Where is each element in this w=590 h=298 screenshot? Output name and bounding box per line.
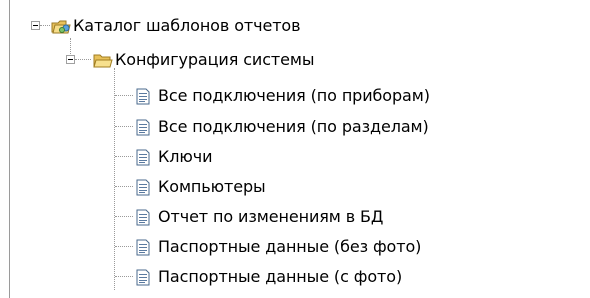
tree-item-label: Паспортные данные (с фото) bbox=[158, 267, 403, 286]
tree-node-root[interactable]: Каталог шаблонов отчетов bbox=[0, 12, 590, 40]
tree-connector-h-root bbox=[40, 25, 50, 26]
tree-connector-h-item bbox=[115, 156, 133, 157]
tree-item-label: Все подключения (по приборам) bbox=[158, 86, 430, 105]
report-document-icon bbox=[136, 209, 152, 226]
tree-node-folder-label: Конфигурация системы bbox=[115, 50, 315, 69]
report-templates-tree: Каталог шаблонов отчетов Конфигурация си… bbox=[0, 0, 590, 298]
tree-item-6[interactable]: Паспортные данные (без фото) bbox=[0, 233, 590, 261]
report-document-icon bbox=[136, 179, 152, 196]
tree-node-root-label: Каталог шаблонов отчетов bbox=[73, 16, 301, 35]
tree-item-label: Отчет по изменениям в БД bbox=[158, 207, 384, 226]
catalog-folder-icon bbox=[51, 18, 71, 34]
tree-item-3[interactable]: Ключи bbox=[0, 143, 590, 171]
open-folder-icon bbox=[93, 52, 113, 68]
tree-connector-h-item bbox=[115, 95, 133, 96]
report-document-icon bbox=[136, 88, 152, 105]
tree-item-2[interactable]: Все подключения (по разделам) bbox=[0, 113, 590, 141]
collapse-toggle-root[interactable] bbox=[31, 21, 40, 30]
tree-item-label: Паспортные данные (без фото) bbox=[158, 237, 422, 256]
tree-item-1[interactable]: Все подключения (по приборам) bbox=[0, 82, 590, 110]
collapse-toggle-folder[interactable] bbox=[66, 55, 75, 64]
tree-item-4[interactable]: Компьютеры bbox=[0, 173, 590, 201]
report-document-icon bbox=[136, 239, 152, 256]
tree-item-label: Все подключения (по разделам) bbox=[158, 117, 429, 136]
tree-item-5[interactable]: Отчет по изменениям в БД bbox=[0, 203, 590, 231]
tree-item-label: Ключи bbox=[158, 147, 213, 166]
tree-connector-h-item bbox=[115, 216, 133, 217]
tree-connector-h-item bbox=[115, 186, 133, 187]
tree-connector-h-item bbox=[115, 246, 133, 247]
tree-connector-h-folder bbox=[75, 59, 91, 60]
report-document-icon bbox=[136, 119, 152, 136]
report-document-icon bbox=[136, 269, 152, 286]
tree-item-label: Компьютеры bbox=[158, 177, 266, 196]
tree-connector-h-item bbox=[115, 276, 133, 277]
report-document-icon bbox=[136, 149, 152, 166]
tree-node-folder[interactable]: Конфигурация системы bbox=[0, 46, 590, 74]
tree-connector-h-item bbox=[115, 126, 133, 127]
tree-item-7[interactable]: Паспортные данные (с фото) bbox=[0, 263, 590, 291]
